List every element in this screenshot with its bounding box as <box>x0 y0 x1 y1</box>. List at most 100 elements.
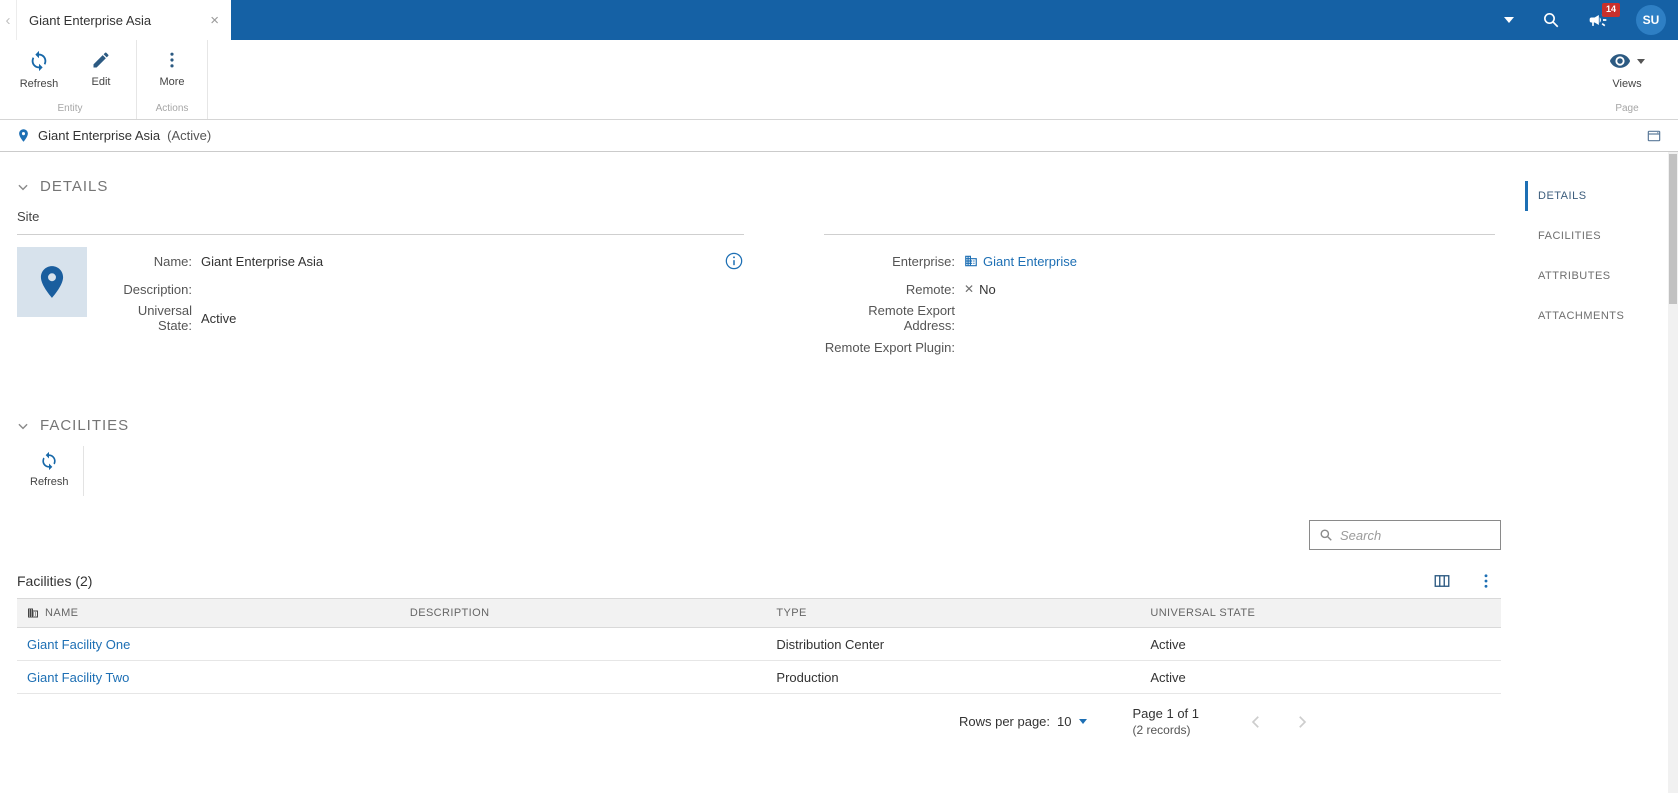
facility-description <box>400 628 767 660</box>
facilities-search-input[interactable] <box>1340 527 1491 543</box>
open-window-icon[interactable] <box>1646 128 1662 144</box>
edit-button[interactable]: Edit <box>70 47 132 88</box>
section-nav-attachments[interactable]: ATTACHMENTS <box>1525 296 1668 336</box>
views-button[interactable]: Views <box>1596 47 1658 90</box>
ribbon-group-entity: Refresh Edit Entity <box>4 40 137 119</box>
page-info: Page 1 of 1 (2 records) <box>1133 706 1200 737</box>
remote-export-address-label: Remote Export Address: <box>868 303 955 333</box>
site-subheader: Site <box>17 209 744 235</box>
section-nav-facilities[interactable]: FACILITIES <box>1525 216 1668 256</box>
details-section-title: DETAILS <box>40 178 109 195</box>
enterprise-label: Enterprise: <box>892 253 955 269</box>
rows-per-page-label: Rows per page: <box>958 714 1051 729</box>
entity-title: Giant Enterprise Asia <box>38 128 161 143</box>
column-header-type[interactable]: TYPE <box>766 599 1140 627</box>
details-right-column: Enterprise: Giant Enterprise Remote: ✕ N… <box>824 209 1495 361</box>
details-grid: Site Name: Giant Enterprise Asia Descrip… <box>17 209 1495 361</box>
remote-export-address-field: Remote Export Address: <box>824 303 1495 333</box>
refresh-button-label: Refresh <box>19 78 59 90</box>
facilities-section-header: FACILITIES <box>0 361 1509 434</box>
remote-export-plugin-field: Remote Export Plugin: <box>824 333 1495 361</box>
facility-link[interactable]: Giant Facility One <box>27 637 130 652</box>
column-header-name[interactable]: NAME <box>17 599 400 627</box>
details-left-column: Site Name: Giant Enterprise Asia Descrip… <box>17 209 744 361</box>
ribbon-group-page: Views Page <box>1592 40 1678 119</box>
notifications-icon[interactable]: 14 <box>1588 3 1620 30</box>
ribbon-group-actions: More Actions <box>137 40 208 119</box>
entity-titlebar: Giant Enterprise Asia (Active) <box>0 120 1678 152</box>
back-chevron-icon: ‹ <box>5 11 11 29</box>
page-info-records: (2 records) <box>1132 723 1191 737</box>
ribbon-toolbar: Refresh Edit Entity More Actions Views P… <box>0 40 1678 120</box>
search-icon[interactable] <box>1542 11 1560 29</box>
section-nav-attributes[interactable]: ATTRIBUTES <box>1525 256 1668 296</box>
entity-state: (Active) <box>167 128 212 143</box>
views-eye-icon <box>1609 50 1631 72</box>
facilities-table-title: Facilities (2) <box>17 573 93 589</box>
refresh-button[interactable]: Refresh <box>8 47 70 90</box>
table-header-row: NAME DESCRIPTION TYPE UNIVERSAL STATE <box>17 598 1501 628</box>
enterprise-building-icon <box>964 254 978 268</box>
tab-close-icon[interactable]: × <box>210 13 219 28</box>
search-magnifier-icon <box>1319 528 1333 542</box>
table-more-options-icon[interactable] <box>1477 572 1495 590</box>
section-nav: DETAILS FACILITIES ATTRIBUTES ATTACHMENT… <box>1509 152 1668 793</box>
facility-type: Production <box>776 669 839 685</box>
site-pin-thumbnail <box>17 247 87 317</box>
details-collapse-chevron-icon[interactable] <box>16 180 30 194</box>
entity-group-label: Entity <box>57 103 83 114</box>
refresh-icon <box>28 50 50 72</box>
enterprise-field: Enterprise: Giant Enterprise <box>824 247 1495 275</box>
tab-list-dropdown-icon[interactable] <box>1504 17 1514 23</box>
site-pin-icon <box>33 263 71 301</box>
section-nav-details[interactable]: DETAILS <box>1525 176 1668 216</box>
page-scrollbar[interactable] <box>1668 152 1678 793</box>
remote-value: No <box>979 281 996 297</box>
edit-pencil-icon <box>91 50 111 70</box>
page-content: DETAILS Site Name: Giant Enterprise Asia <box>0 152 1678 793</box>
page-group-label: Page <box>1615 103 1639 114</box>
column-header-description[interactable]: DESCRIPTION <box>400 599 767 627</box>
facility-building-icon <box>27 607 39 619</box>
views-button-label: Views <box>1612 78 1642 90</box>
facilities-toolbar: Refresh <box>16 446 1493 496</box>
facility-link[interactable]: Giant Facility Two <box>27 670 129 685</box>
back-button[interactable]: ‹ <box>0 0 17 40</box>
scrollbar-thumb[interactable] <box>1669 154 1677 304</box>
table-row: Giant Facility One Distribution Center A… <box>17 628 1501 661</box>
facility-state: Active <box>1150 636 1186 652</box>
table-row: Giant Facility Two Production Active <box>17 661 1501 694</box>
search-row <box>0 520 1501 550</box>
table-footer: Rows per page: 10 Page 1 of 1 (2 records… <box>17 706 1501 737</box>
main-panel: DETAILS Site Name: Giant Enterprise Asia <box>0 152 1509 793</box>
info-icon[interactable] <box>724 251 744 271</box>
more-ellipsis-icon <box>162 50 182 70</box>
tab-title: Giant Enterprise Asia <box>29 12 152 28</box>
universal-state-value: Active <box>201 310 237 326</box>
description-label: Description: <box>123 281 192 297</box>
rows-per-page-value: 10 <box>1057 714 1072 729</box>
column-chooser-icon[interactable] <box>1433 572 1451 590</box>
actions-group-label: Actions <box>155 103 189 114</box>
facilities-table: NAME DESCRIPTION TYPE UNIVERSAL STATE Gi… <box>17 598 1501 737</box>
facilities-collapse-chevron-icon[interactable] <box>16 419 30 433</box>
previous-page-icon[interactable] <box>1247 713 1265 731</box>
pager <box>1247 713 1311 731</box>
views-dropdown-icon <box>1637 58 1645 64</box>
column-header-universal-state[interactable]: UNIVERSAL STATE <box>1140 599 1501 627</box>
enterprise-link[interactable]: Giant Enterprise <box>983 254 1077 269</box>
name-field: Name: Giant Enterprise Asia <box>101 247 744 275</box>
rows-per-page-control[interactable]: Rows per page: 10 <box>959 714 1087 729</box>
user-avatar[interactable]: SU <box>1636 5 1666 35</box>
description-field: Description: <box>101 275 744 303</box>
universal-state-field: Universal State: Active <box>101 303 744 333</box>
more-button[interactable]: More <box>141 47 203 88</box>
universal-state-label: Universal State: <box>137 303 192 333</box>
tab-giant-enterprise-asia[interactable]: Giant Enterprise Asia × <box>17 0 231 40</box>
next-page-icon[interactable] <box>1293 713 1311 731</box>
facilities-refresh-button[interactable]: Refresh <box>16 446 84 496</box>
remote-export-plugin-label: Remote Export Plugin: <box>824 339 955 355</box>
facility-state: Active <box>1150 669 1186 685</box>
facilities-table-title-row: Facilities (2) <box>17 572 1495 590</box>
right-column-head <box>824 209 1495 235</box>
